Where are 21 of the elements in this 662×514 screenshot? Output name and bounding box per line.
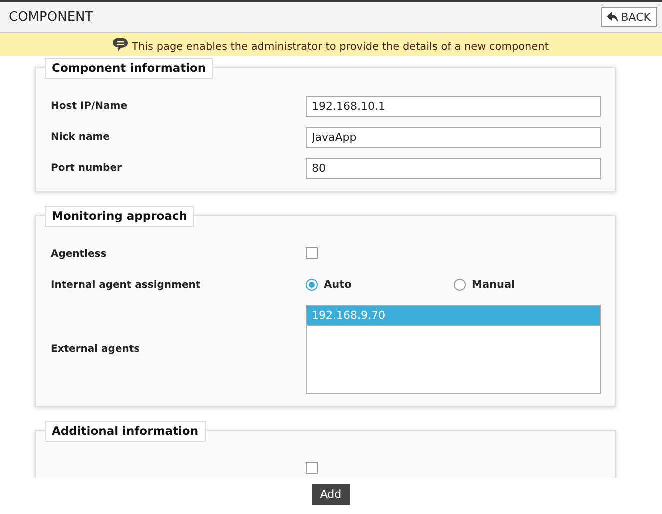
info-message: This page enables the administrator to provide the details of a new component bbox=[132, 40, 549, 52]
section-title: Additional information bbox=[45, 421, 206, 442]
field-label: Port number bbox=[51, 162, 123, 174]
field-label: External agents bbox=[51, 344, 142, 355]
radio-option[interactable]: Manual bbox=[454, 279, 601, 291]
section-title: Monitoring approach bbox=[45, 206, 194, 227]
field-label: Agentless bbox=[51, 248, 108, 260]
speech-bubble-icon bbox=[113, 38, 128, 52]
add-button[interactable]: Add bbox=[312, 484, 350, 504]
field-label: Internal agent assignment bbox=[51, 280, 202, 290]
text-field[interactable]: 80 bbox=[306, 158, 601, 178]
radio-option[interactable]: Auto bbox=[306, 279, 454, 291]
checkbox[interactable] bbox=[306, 462, 318, 474]
back-arrow-icon bbox=[607, 12, 618, 22]
checkbox[interactable] bbox=[306, 246, 318, 258]
page-title: COMPONENT bbox=[9, 10, 94, 24]
field-label: Host IP/Name bbox=[51, 100, 128, 112]
field-label: Nick name bbox=[51, 132, 111, 142]
section-title: Component information bbox=[45, 58, 214, 79]
back-button[interactable]: BACK bbox=[601, 7, 657, 27]
text-field[interactable]: 192.168.10.1 bbox=[306, 96, 601, 116]
